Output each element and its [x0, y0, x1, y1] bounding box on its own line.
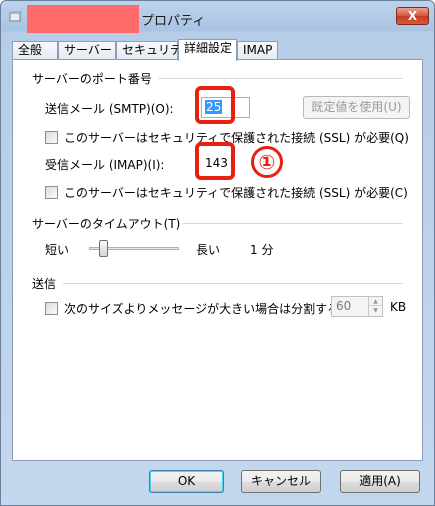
imap-highlight-box [195, 142, 235, 180]
advanced-settings-panel: サーバーのポート番号 送信メール (SMTP)(O): 25 既定値を使用(U)… [12, 59, 423, 461]
split-size-value: 60 [336, 299, 352, 313]
size-unit-label: KB [390, 300, 407, 314]
spin-up-icon[interactable]: ▲ [369, 297, 382, 306]
split-message-checkbox[interactable] [45, 302, 58, 315]
apply-button[interactable]: 適用(A) [340, 470, 420, 493]
redacted-account-name [27, 5, 139, 33]
spinner-arrows: ▲ ▼ [368, 297, 382, 316]
split-message-label: 次のサイズよりメッセージが大きい場合は分割する(B) [64, 302, 357, 316]
smtp-ssl-checkbox[interactable] [45, 131, 58, 144]
tab-security[interactable]: セキュリティ [116, 41, 193, 60]
step-one-mark: ① [251, 146, 283, 178]
imap-port-label: 受信メール (IMAP)(I): [45, 158, 165, 172]
use-defaults-button[interactable]: 既定値を使用(U) [303, 96, 410, 119]
sending-group-label: 送信 [32, 277, 57, 291]
app-icon [9, 10, 23, 24]
group-divider [183, 223, 403, 224]
title-bar[interactable]: プロパティ X [1, 1, 434, 33]
ok-button[interactable]: OK [149, 470, 224, 493]
imap-ssl-checkbox[interactable] [45, 186, 58, 199]
server-ports-group-label: サーバーのポート番号 [32, 72, 152, 86]
smtp-port-label: 送信メール (SMTP)(O): [45, 102, 174, 116]
timeout-value: 1 分 [250, 243, 274, 257]
timeout-group-label: サーバーのタイムアウト(T) [32, 217, 181, 231]
close-button[interactable]: X [396, 7, 429, 25]
group-divider [158, 78, 403, 79]
spin-down-icon[interactable]: ▼ [369, 306, 382, 315]
cancel-button[interactable]: キャンセル [241, 470, 321, 493]
properties-dialog: プロパティ X 全般 サーバー セキュリティ 詳細設定 IMAP サーバーのポー… [0, 0, 435, 506]
tab-server[interactable]: サーバー [58, 41, 116, 60]
timeout-short-label: 短い [45, 243, 70, 257]
tab-general[interactable]: 全般 [12, 41, 58, 60]
timeout-slider-thumb[interactable] [98, 240, 108, 257]
group-divider [63, 283, 403, 284]
smtp-highlight-box [195, 86, 235, 124]
timeout-long-label: 長い [196, 243, 221, 257]
split-size-spinner[interactable]: 60 ▲ ▼ [331, 296, 383, 317]
window-title: プロパティ [141, 14, 206, 29]
smtp-ssl-label: このサーバーはセキュリティで保護された接続 (SSL) が必要(Q) [64, 131, 409, 145]
tab-advanced[interactable]: 詳細設定 [178, 39, 237, 61]
imap-ssl-label: このサーバーはセキュリティで保護された接続 (SSL) が必要(C) [64, 186, 408, 200]
tab-imap[interactable]: IMAP [237, 41, 278, 60]
